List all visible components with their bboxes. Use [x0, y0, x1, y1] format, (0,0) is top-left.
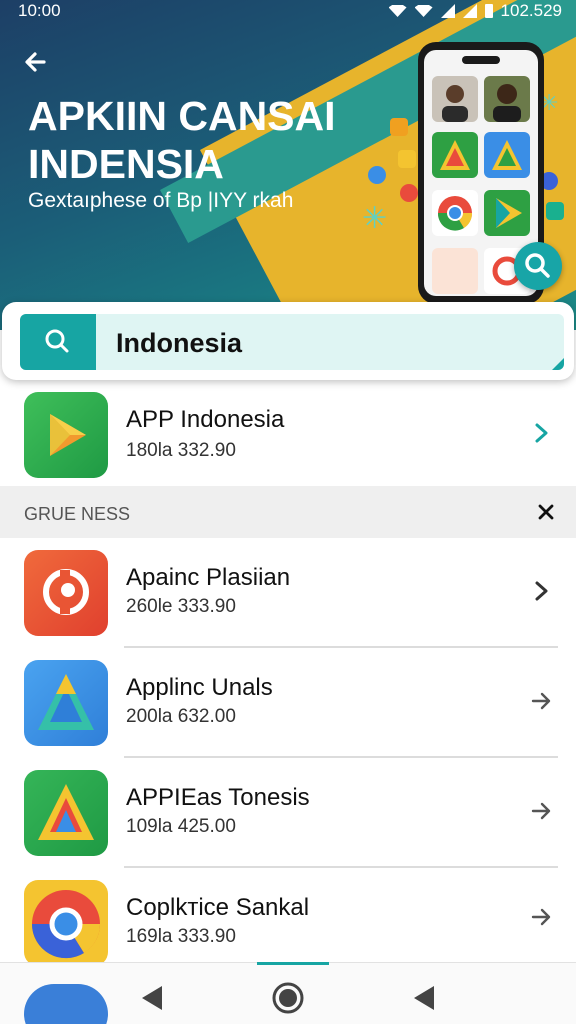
- app-chip-icon: [368, 166, 386, 184]
- hero-title: APKIIN CANSAI INDENSIA: [28, 93, 336, 187]
- divider: [124, 756, 558, 758]
- search-query: Indonesia: [116, 328, 243, 358]
- app-chip-icon: [400, 184, 418, 202]
- arrow-right-icon: [531, 908, 551, 926]
- list-item[interactable]: Apainc Plasiian 260le 333.90: [0, 550, 576, 660]
- app-meta: 169la 333.90: [126, 926, 236, 947]
- arrow-right-icon: [531, 692, 551, 710]
- search-icon: [525, 253, 550, 278]
- divider: [124, 866, 558, 868]
- divider: [124, 646, 558, 648]
- wifi-icon: [388, 5, 407, 17]
- app-meta: 109la 425.00: [126, 816, 236, 837]
- battery-icon: [484, 4, 493, 18]
- chrome-tile: [432, 190, 478, 236]
- back-arrow-icon[interactable]: [20, 46, 52, 78]
- hero-banner: ✳ ✳ 10:00 102.529 APKIIN CANSAI INDENSIA…: [0, 0, 576, 330]
- partial-app-icon: [24, 984, 108, 1024]
- play-app-icon: [24, 392, 108, 478]
- photo-tile: [484, 76, 530, 122]
- app-name: APP Indonesia: [126, 406, 285, 433]
- chevron-right-icon: [535, 581, 548, 601]
- app-chip-icon: [546, 202, 564, 220]
- wifi-icon: [414, 5, 433, 17]
- app-chip-icon: [390, 118, 408, 136]
- sparkle-icon: ✳: [362, 202, 388, 235]
- status-time: 10:00: [18, 1, 61, 20]
- search-icon: [45, 329, 69, 353]
- chrome-app-icon: [24, 880, 108, 966]
- play-tile: [484, 190, 530, 236]
- screen: ✳ ✳ 10:00 102.529 APKIIN CANSAI INDENSIA…: [0, 0, 576, 1024]
- battery-value: 102.529: [500, 1, 562, 20]
- arrow-right-icon: [531, 802, 551, 820]
- phone-notch: [462, 56, 500, 64]
- nav-back-icon[interactable]: [132, 978, 172, 1018]
- app-name: Coplkтice Sankal: [126, 894, 310, 921]
- signal-icon: [440, 4, 455, 18]
- search-button[interactable]: [20, 314, 96, 370]
- nav-recents-icon[interactable]: [404, 978, 444, 1018]
- section-header: GRUE NESS: [0, 486, 576, 538]
- app-name: APPIEas Tonesis: [126, 784, 310, 811]
- signal-icon: [462, 4, 477, 18]
- app-name: Apainc Plasiian: [126, 564, 291, 591]
- search-fab-button[interactable]: [514, 242, 562, 290]
- search-input[interactable]: Indonesia: [20, 314, 564, 370]
- app-icon: [24, 660, 108, 746]
- app-tile: [432, 248, 478, 294]
- close-icon[interactable]: [536, 502, 556, 522]
- section-label: GRUE NESS: [24, 504, 131, 524]
- search-card: Indonesia: [2, 302, 574, 380]
- list-item[interactable]: Applinc Unals 200la 632.00: [0, 660, 576, 770]
- app-icon: [24, 550, 108, 636]
- field-corner: [552, 358, 564, 370]
- app-tile: [432, 132, 478, 178]
- nav-indicator: [257, 962, 329, 965]
- app-chip-icon: [398, 150, 416, 168]
- list-item[interactable]: APPIEas Tonesis 109la 425.00: [0, 770, 576, 880]
- app-meta: 180la 332.90: [126, 440, 236, 461]
- status-bar: 10:00 102.529: [0, 0, 576, 24]
- app-icon: [24, 770, 108, 856]
- hero-subtitle: Gextaıphese of Bp |ΙΥΥ rkah: [28, 189, 294, 212]
- chevron-right-icon: [535, 423, 548, 443]
- app-tile: [484, 132, 530, 178]
- app-meta: 200la 632.00: [126, 706, 236, 727]
- app-name: Applinc Unals: [126, 674, 273, 701]
- photo-tile: [432, 76, 478, 122]
- app-meta: 260le 333.90: [126, 596, 236, 617]
- nav-home-icon[interactable]: [268, 978, 308, 1018]
